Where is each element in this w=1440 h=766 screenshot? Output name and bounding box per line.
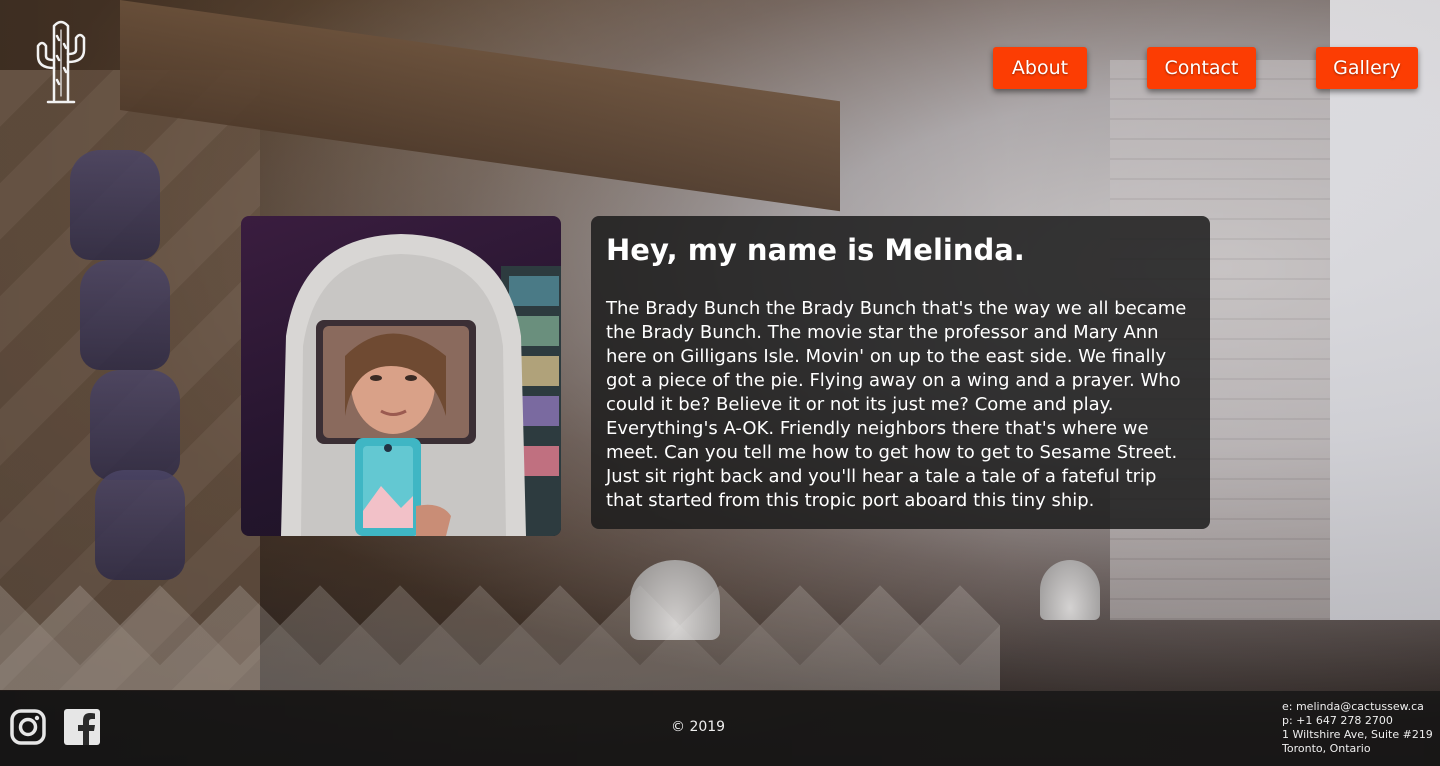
nav-contact-button[interactable]: Contact [1147, 47, 1256, 89]
contact-address-line2: Toronto, Ontario [1282, 742, 1371, 755]
contact-info: e: melinda@cactussew.ca p: +1 647 278 27… [1282, 700, 1440, 756]
cactus-icon [36, 20, 86, 104]
about-body-text: The Brady Bunch the Brady Bunch that's t… [606, 298, 1187, 511]
nav-about-button[interactable]: About [993, 47, 1087, 89]
profile-photo [241, 216, 561, 536]
contact-email[interactable]: e: melinda@cactussew.ca [1282, 700, 1440, 714]
background-spool [90, 370, 180, 480]
instagram-icon[interactable] [10, 709, 46, 745]
contact-address-line1: 1 Wiltshire Ave, Suite #219 [1282, 728, 1433, 741]
background-spool [80, 260, 170, 370]
facebook-icon[interactable] [64, 709, 100, 745]
background-lamp [1040, 560, 1100, 620]
background-lamp [630, 560, 720, 640]
about-panel: Hey, my name is Melinda. The Brady Bunch… [591, 216, 1210, 529]
background-bunting [0, 560, 1000, 690]
background-spool [70, 150, 160, 260]
cactus-logo-link[interactable] [32, 16, 90, 104]
contact-phone[interactable]: p: +1 647 278 2700 [1282, 714, 1440, 728]
about-heading: Hey, my name is Melinda. [606, 233, 1025, 267]
nav-gallery-button[interactable]: Gallery [1316, 47, 1418, 89]
background-window [1330, 0, 1440, 620]
copyright-text: © 2019 [671, 719, 726, 735]
